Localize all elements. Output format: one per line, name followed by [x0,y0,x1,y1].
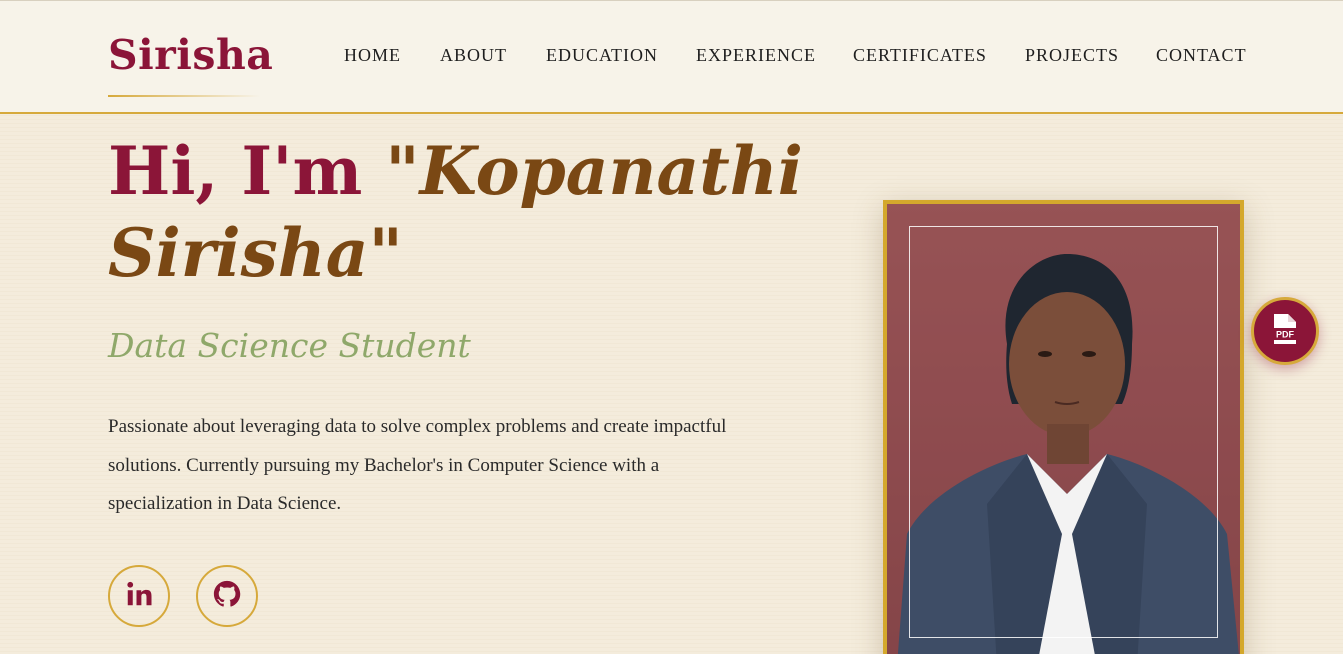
nav-projects[interactable]: PROJECTS [1025,45,1119,66]
resume-pdf-button[interactable]: PDF [1251,297,1319,365]
logo-underline [108,95,260,97]
profile-photo-frame [883,200,1244,654]
nav-contact[interactable]: CONTACT [1156,45,1247,66]
github-link[interactable] [196,565,258,627]
pdf-label: PDF [1276,329,1295,339]
linkedin-link[interactable] [108,565,170,627]
pdf-file-icon: PDF [1270,312,1300,351]
nav-experience[interactable]: EXPERIENCE [696,45,816,66]
github-icon [212,579,242,614]
hero-greeting: Hi, I'm [108,132,386,210]
top-navigation-bar: Sirisha HOME ABOUT EDUCATION EXPERIENCE … [0,0,1343,114]
nav-about[interactable]: ABOUT [440,45,507,66]
site-logo[interactable]: Sirisha [108,31,273,79]
hero-bio: Passionate about leveraging data to solv… [108,416,727,514]
hero-title: Hi, I'm "Kopanathi Sirisha" [108,130,808,294]
nav-education[interactable]: EDUCATION [546,45,658,66]
linkedin-icon [124,579,154,614]
nav-home[interactable]: HOME [344,45,401,66]
nav-certificates[interactable]: CERTIFICATES [853,45,987,66]
hero-subtitle: Data Science Student [108,326,471,365]
photo-inner-border [909,226,1218,638]
